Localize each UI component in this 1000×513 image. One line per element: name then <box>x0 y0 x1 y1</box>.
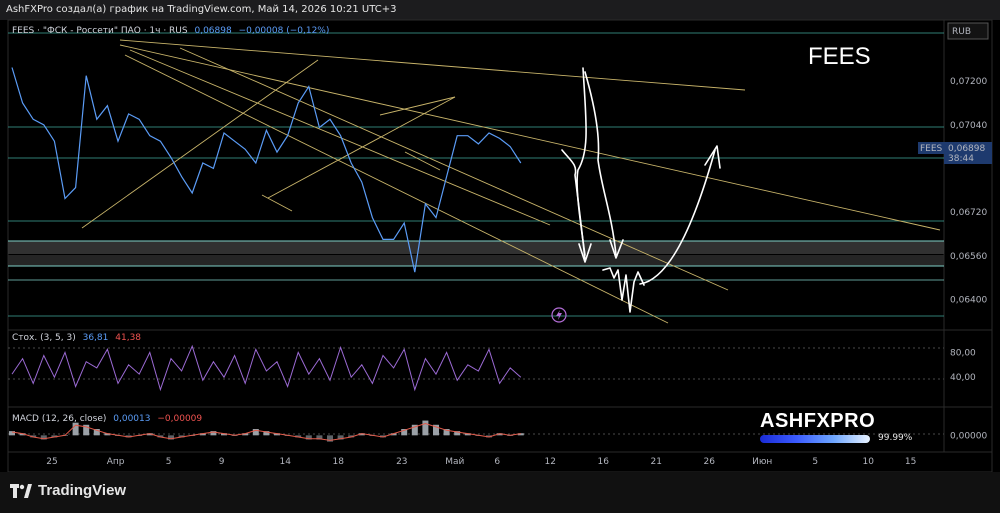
time-tick-label: 25 <box>46 457 57 467</box>
time-tick-label: 9 <box>219 457 225 467</box>
stoch-label: Стох. (3, 5, 3) <box>12 333 76 343</box>
stoch-tick-label: 40,00 <box>950 373 976 383</box>
time-tick-label: Май <box>445 457 464 467</box>
currency-label: RUB <box>952 27 971 37</box>
time-tick-label: 6 <box>494 457 500 467</box>
time-tick-label: 10 <box>862 457 874 467</box>
macd-axis: 0,00000 <box>950 431 987 441</box>
time-tick-label: 15 <box>905 457 916 467</box>
watermark-brand: ASHFXPRO <box>760 410 876 432</box>
time-tick-label: 14 <box>279 457 291 467</box>
macd-bar <box>422 420 429 436</box>
legend-price: 0,06898 <box>194 26 232 36</box>
stoch-d: 41,38 <box>115 333 142 343</box>
price-badge-price: 0,06898 <box>948 144 985 154</box>
price-badge-countdown: 38:44 <box>948 154 974 164</box>
time-tick-label: 23 <box>396 457 407 467</box>
time-tick-label: Апр <box>107 457 125 467</box>
time-tick-label: 18 <box>332 457 344 467</box>
watermark-progress-text: 99.99% <box>878 433 913 443</box>
time-tick-label: Июн <box>752 457 772 467</box>
stoch-k: 36,81 <box>82 333 109 343</box>
footer <box>0 472 1000 513</box>
time-tick-label: 21 <box>650 457 661 467</box>
legend-name: FEES · "ФСК - Россети" ПАО · 1ч · RUS <box>12 26 188 36</box>
time-tick-label: 5 <box>166 457 172 467</box>
stoch-tick-label: 80,00 <box>950 348 976 358</box>
macd-legend: MACD (12, 26, close) 0,00013 −0,00009 <box>12 414 202 424</box>
macd-bar <box>72 422 79 436</box>
time-tick-label: 16 <box>597 457 609 467</box>
macd-tick-label: 0,00000 <box>950 431 987 441</box>
symbol-legend: FEES · "ФСК - Россети" ПАО · 1ч · RUS 0,… <box>12 26 329 36</box>
time-tick-label: 12 <box>544 457 555 467</box>
macd-signal: −0,00009 <box>157 414 203 424</box>
time-tick-label: 26 <box>703 457 715 467</box>
stochastic-legend: Стох. (3, 5, 3) 36,81 41,38 <box>12 333 141 343</box>
watermark-progress-bar <box>760 435 870 443</box>
tradingview-logo[interactable]: TradingView <box>10 482 126 499</box>
price-tick-label: 0,06400 <box>950 295 987 305</box>
macd-bar <box>9 431 15 436</box>
price-badge-symbol: FEES <box>920 144 943 154</box>
tradingview-logo-text: TradingView <box>38 482 127 499</box>
price-tick-label: 0,06560 <box>950 252 987 262</box>
price-tick-label: 0,06720 <box>950 208 987 218</box>
price-tick-label: 0,07200 <box>950 77 987 87</box>
time-tick-label: 5 <box>812 457 818 467</box>
legend-change: −0,00008 (−0,12%) <box>238 26 330 36</box>
tradingview-mark-icon <box>10 484 32 499</box>
price-tick-label: 0,07040 <box>950 121 987 131</box>
annotation-title: FEES <box>808 43 871 70</box>
macd-label: MACD (12, 26, close) <box>12 414 107 424</box>
macd-value: 0,00013 <box>113 414 151 424</box>
